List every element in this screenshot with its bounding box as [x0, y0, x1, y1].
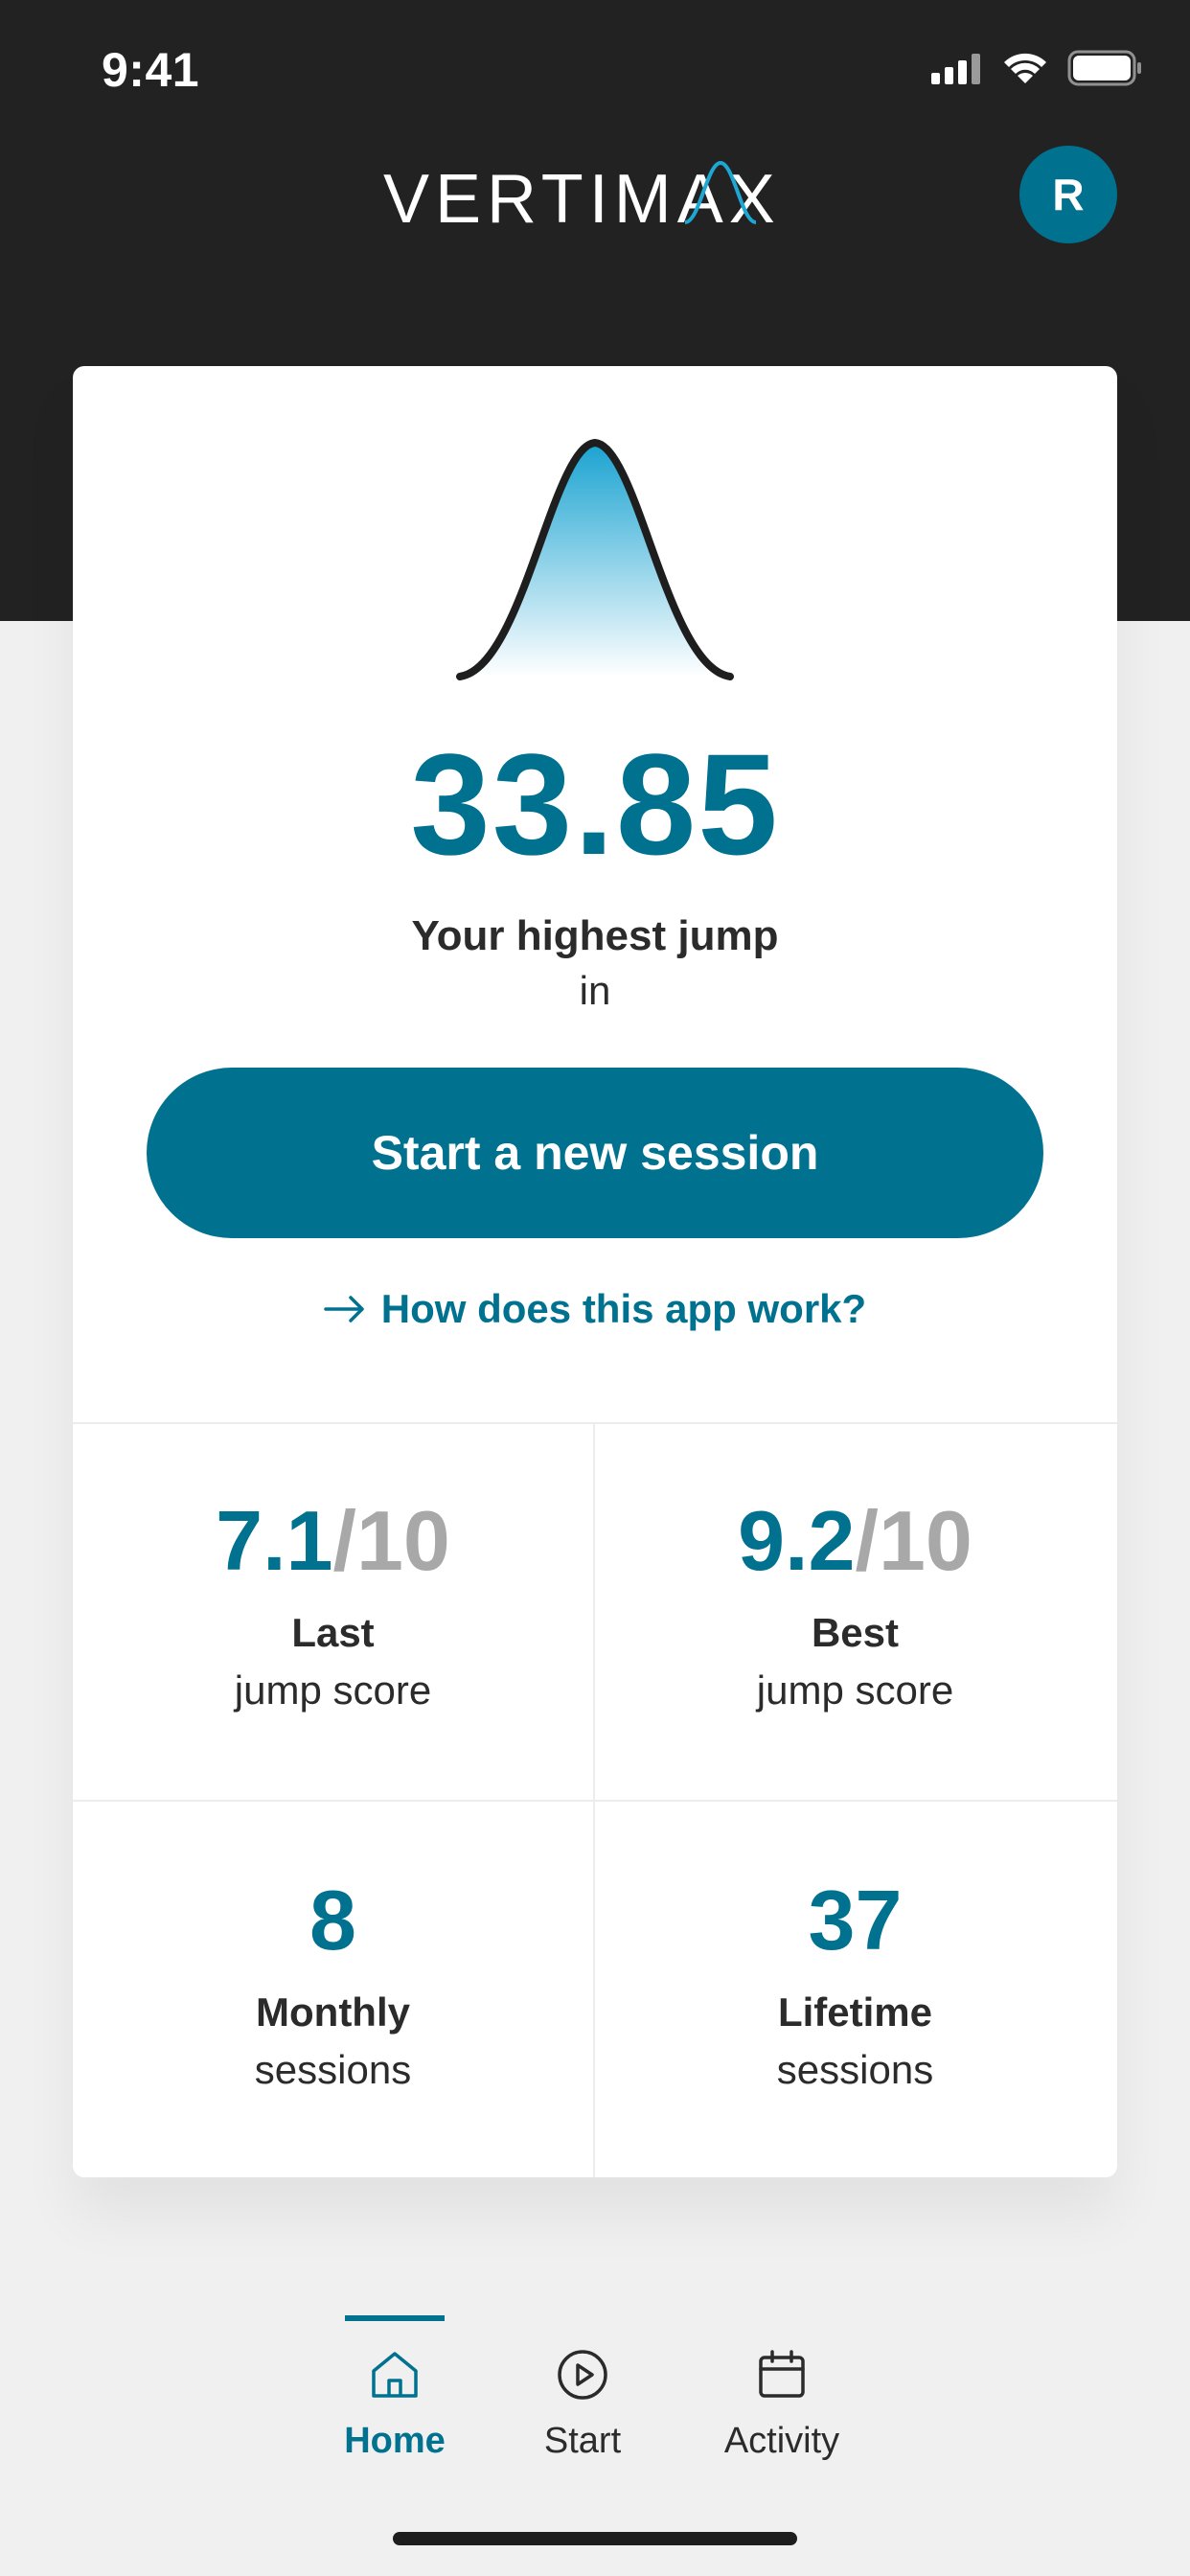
stat-title: Lifetime	[777, 1990, 933, 2035]
how-it-works-link[interactable]: How does this app work?	[73, 1286, 1117, 1332]
stat-last-jump-score: 7.1/10 Last jump score	[73, 1422, 593, 1800]
stat-denominator: /10	[855, 1493, 973, 1588]
stat-title: Best	[811, 1610, 900, 1655]
tab-activity[interactable]: Activity	[686, 2315, 878, 2497]
status-icons	[931, 50, 1144, 86]
svg-text:VERTIMAX: VERTIMAX	[383, 161, 781, 238]
stat-subtitle: sessions	[254, 2047, 412, 2092]
how-it-works-label: How does this app work?	[380, 1286, 867, 1331]
vertimax-logo: VERTIMAX	[383, 160, 781, 238]
home-indicator	[393, 2532, 797, 2545]
status-time: 9:41	[102, 43, 200, 97]
stat-value: 7.1	[216, 1493, 333, 1588]
active-tab-indicator	[345, 2315, 445, 2321]
stat-value: 9.2	[738, 1493, 856, 1588]
start-session-button[interactable]: Start a new session	[147, 1068, 1043, 1238]
tab-home[interactable]: Home	[299, 2315, 491, 2497]
stat-value: 37	[808, 1873, 903, 1967]
summary-card: 33.85 Your highest jump in Start a new s…	[73, 366, 1117, 2177]
stat-value: 8	[309, 1873, 356, 1967]
battery-icon	[1067, 50, 1141, 86]
highest-jump-value: 33.85	[410, 724, 780, 885]
highest-jump-label: Your highest jump	[411, 912, 779, 959]
arrow-right-icon	[324, 1296, 364, 1322]
profile-avatar[interactable]: R	[1019, 146, 1117, 243]
tab-label: Home	[344, 2421, 446, 2461]
home-icon	[372, 2352, 418, 2398]
stats-grid: 7.1/10 Last jump score 9.2/10 Best jump …	[73, 1422, 1117, 2177]
stat-subtitle: sessions	[776, 2047, 934, 2092]
highest-jump-unit: in	[579, 968, 611, 1013]
stat-monthly-sessions: 8 Monthly sessions	[73, 1802, 593, 2179]
play-circle-icon	[558, 2350, 607, 2400]
tab-label: Start	[543, 2421, 622, 2461]
stat-subtitle: jump score	[234, 1668, 432, 1713]
wifi-icon	[1004, 53, 1046, 83]
stat-subtitle: jump score	[756, 1668, 954, 1713]
tab-label: Activity	[723, 2421, 840, 2461]
stat-denominator: /10	[332, 1493, 450, 1588]
stat-title: Last	[291, 1610, 375, 1655]
stat-title: Monthly	[256, 1990, 410, 2035]
stat-lifetime-sessions: 37 Lifetime sessions	[595, 1802, 1115, 2179]
tab-start[interactable]: Start	[487, 2315, 678, 2497]
cellular-signal-icon	[931, 54, 980, 84]
stat-best-jump-score: 9.2/10 Best jump score	[595, 1422, 1115, 1800]
calendar-icon	[759, 2350, 805, 2398]
jump-peak-icon	[456, 438, 734, 680]
